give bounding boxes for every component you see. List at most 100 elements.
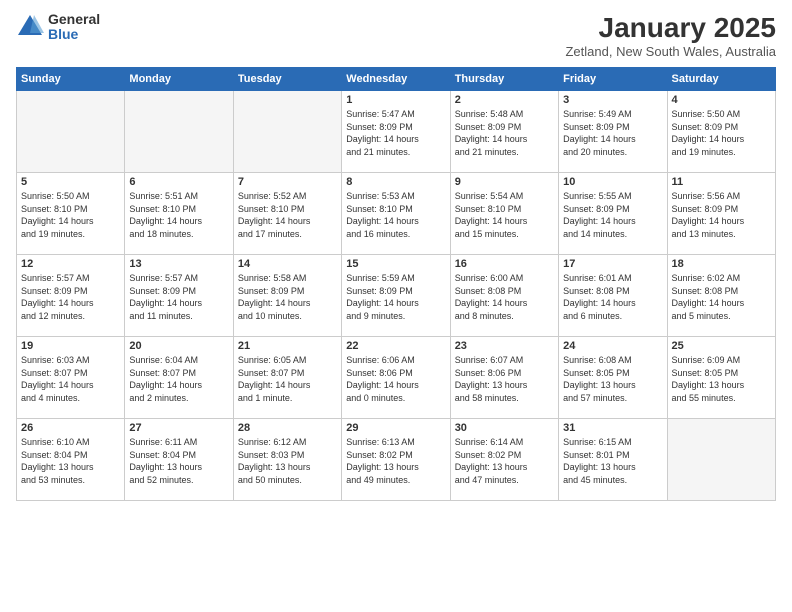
calendar-cell: 27 Sunrise: 6:11 AM Sunset: 8:04 PM Dayli… (125, 419, 233, 501)
calendar-cell: 10 Sunrise: 5:55 AM Sunset: 8:09 PM Dayli… (559, 173, 667, 255)
day-info: Sunrise: 5:50 AM Sunset: 8:10 PM Dayligh… (21, 190, 120, 240)
weekday-header-sunday: Sunday (17, 68, 125, 91)
calendar-cell: 1 Sunrise: 5:47 AM Sunset: 8:09 PM Daylig… (342, 91, 450, 173)
day-number: 21 (238, 340, 337, 352)
calendar-cell: 8 Sunrise: 5:53 AM Sunset: 8:10 PM Daylig… (342, 173, 450, 255)
weekday-header-monday: Monday (125, 68, 233, 91)
calendar-cell: 29 Sunrise: 6:13 AM Sunset: 8:02 PM Dayli… (342, 419, 450, 501)
day-info: Sunrise: 6:14 AM Sunset: 8:02 PM Dayligh… (455, 436, 554, 486)
day-info: Sunrise: 5:57 AM Sunset: 8:09 PM Dayligh… (21, 272, 120, 322)
calendar-cell: 17 Sunrise: 6:01 AM Sunset: 8:08 PM Dayli… (559, 255, 667, 337)
week-row-2: 12 Sunrise: 5:57 AM Sunset: 8:09 PM Dayli… (17, 255, 776, 337)
calendar-cell (125, 91, 233, 173)
logo-blue-text: Blue (48, 27, 100, 42)
calendar-cell: 3 Sunrise: 5:49 AM Sunset: 8:09 PM Daylig… (559, 91, 667, 173)
day-number: 14 (238, 258, 337, 270)
day-info: Sunrise: 5:52 AM Sunset: 8:10 PM Dayligh… (238, 190, 337, 240)
day-info: Sunrise: 6:10 AM Sunset: 8:04 PM Dayligh… (21, 436, 120, 486)
logo: General Blue (16, 12, 100, 43)
calendar-subtitle: Zetland, New South Wales, Australia (565, 44, 776, 59)
day-number: 1 (346, 94, 445, 106)
calendar-cell (667, 419, 775, 501)
day-number: 19 (21, 340, 120, 352)
day-number: 23 (455, 340, 554, 352)
day-info: Sunrise: 5:53 AM Sunset: 8:10 PM Dayligh… (346, 190, 445, 240)
day-number: 20 (129, 340, 228, 352)
calendar-cell: 14 Sunrise: 5:58 AM Sunset: 8:09 PM Dayli… (233, 255, 341, 337)
day-number: 12 (21, 258, 120, 270)
day-number: 3 (563, 94, 662, 106)
calendar-cell: 7 Sunrise: 5:52 AM Sunset: 8:10 PM Daylig… (233, 173, 341, 255)
day-number: 7 (238, 176, 337, 188)
day-info: Sunrise: 5:59 AM Sunset: 8:09 PM Dayligh… (346, 272, 445, 322)
day-number: 17 (563, 258, 662, 270)
day-info: Sunrise: 6:13 AM Sunset: 8:02 PM Dayligh… (346, 436, 445, 486)
calendar-cell: 15 Sunrise: 5:59 AM Sunset: 8:09 PM Dayli… (342, 255, 450, 337)
day-info: Sunrise: 5:58 AM Sunset: 8:09 PM Dayligh… (238, 272, 337, 322)
day-number: 15 (346, 258, 445, 270)
calendar-page: General Blue January 2025 Zetland, New S… (0, 0, 792, 612)
calendar-cell: 31Sunrise: 6:15 AM Sunset: 8:01 PM Dayli… (559, 419, 667, 501)
day-info: Sunrise: 6:04 AM Sunset: 8:07 PM Dayligh… (129, 354, 228, 404)
day-info: Sunrise: 6:12 AM Sunset: 8:03 PM Dayligh… (238, 436, 337, 486)
logo-text: General Blue (48, 12, 100, 43)
day-number: 27 (129, 422, 228, 434)
calendar-cell: 28 Sunrise: 6:12 AM Sunset: 8:03 PM Dayli… (233, 419, 341, 501)
day-number: 26 (21, 422, 120, 434)
calendar-cell: 4 Sunrise: 5:50 AM Sunset: 8:09 PM Daylig… (667, 91, 775, 173)
calendar-cell: 30 Sunrise: 6:14 AM Sunset: 8:02 PM Dayli… (450, 419, 558, 501)
day-number: 2 (455, 94, 554, 106)
calendar-cell: 5 Sunrise: 5:50 AM Sunset: 8:10 PM Daylig… (17, 173, 125, 255)
day-info: Sunrise: 6:05 AM Sunset: 8:07 PM Dayligh… (238, 354, 337, 404)
day-info: Sunrise: 5:47 AM Sunset: 8:09 PM Dayligh… (346, 108, 445, 158)
day-info: Sunrise: 5:55 AM Sunset: 8:09 PM Dayligh… (563, 190, 662, 240)
weekday-header-thursday: Thursday (450, 68, 558, 91)
logo-icon (16, 13, 44, 41)
calendar-cell: 16 Sunrise: 6:00 AM Sunset: 8:08 PM Dayli… (450, 255, 558, 337)
day-number: 28 (238, 422, 337, 434)
day-info: Sunrise: 6:09 AM Sunset: 8:05 PM Dayligh… (672, 354, 771, 404)
day-number: 5 (21, 176, 120, 188)
day-info: Sunrise: 5:54 AM Sunset: 8:10 PM Dayligh… (455, 190, 554, 240)
calendar-cell: 9Sunrise: 5:54 AM Sunset: 8:10 PM Daylig… (450, 173, 558, 255)
day-info: Sunrise: 5:49 AM Sunset: 8:09 PM Dayligh… (563, 108, 662, 158)
day-number: 8 (346, 176, 445, 188)
calendar-cell: 13 Sunrise: 5:57 AM Sunset: 8:09 PM Dayli… (125, 255, 233, 337)
calendar-cell: 23Sunrise: 6:07 AM Sunset: 8:06 PM Dayli… (450, 337, 558, 419)
logo-general-text: General (48, 12, 100, 27)
day-info: Sunrise: 5:51 AM Sunset: 8:10 PM Dayligh… (129, 190, 228, 240)
calendar-cell: 2 Sunrise: 5:48 AM Sunset: 8:09 PM Daylig… (450, 91, 558, 173)
calendar-cell: 12 Sunrise: 5:57 AM Sunset: 8:09 PM Dayli… (17, 255, 125, 337)
calendar-cell (233, 91, 341, 173)
calendar-cell: 20 Sunrise: 6:04 AM Sunset: 8:07 PM Dayli… (125, 337, 233, 419)
weekday-header-row: SundayMondayTuesdayWednesdayThursdayFrid… (17, 68, 776, 91)
day-info: Sunrise: 5:50 AM Sunset: 8:09 PM Dayligh… (672, 108, 771, 158)
weekday-header-friday: Friday (559, 68, 667, 91)
calendar-cell (17, 91, 125, 173)
day-number: 13 (129, 258, 228, 270)
day-info: Sunrise: 5:57 AM Sunset: 8:09 PM Dayligh… (129, 272, 228, 322)
day-info: Sunrise: 6:03 AM Sunset: 8:07 PM Dayligh… (21, 354, 120, 404)
day-info: Sunrise: 6:11 AM Sunset: 8:04 PM Dayligh… (129, 436, 228, 486)
day-number: 29 (346, 422, 445, 434)
day-number: 25 (672, 340, 771, 352)
calendar-cell: 25 Sunrise: 6:09 AM Sunset: 8:05 PM Dayli… (667, 337, 775, 419)
day-info: Sunrise: 6:08 AM Sunset: 8:05 PM Dayligh… (563, 354, 662, 404)
day-number: 16 (455, 258, 554, 270)
day-number: 22 (346, 340, 445, 352)
day-number: 31 (563, 422, 662, 434)
day-info: Sunrise: 6:06 AM Sunset: 8:06 PM Dayligh… (346, 354, 445, 404)
day-number: 10 (563, 176, 662, 188)
calendar-cell: 18Sunrise: 6:02 AM Sunset: 8:08 PM Dayli… (667, 255, 775, 337)
day-info: Sunrise: 6:01 AM Sunset: 8:08 PM Dayligh… (563, 272, 662, 322)
day-info: Sunrise: 6:00 AM Sunset: 8:08 PM Dayligh… (455, 272, 554, 322)
day-number: 30 (455, 422, 554, 434)
week-row-0: 1 Sunrise: 5:47 AM Sunset: 8:09 PM Daylig… (17, 91, 776, 173)
week-row-3: 19 Sunrise: 6:03 AM Sunset: 8:07 PM Dayli… (17, 337, 776, 419)
day-number: 4 (672, 94, 771, 106)
weekday-header-tuesday: Tuesday (233, 68, 341, 91)
day-info: Sunrise: 5:48 AM Sunset: 8:09 PM Dayligh… (455, 108, 554, 158)
calendar-cell: 11Sunrise: 5:56 AM Sunset: 8:09 PM Dayli… (667, 173, 775, 255)
day-number: 6 (129, 176, 228, 188)
header: General Blue January 2025 Zetland, New S… (16, 12, 776, 59)
